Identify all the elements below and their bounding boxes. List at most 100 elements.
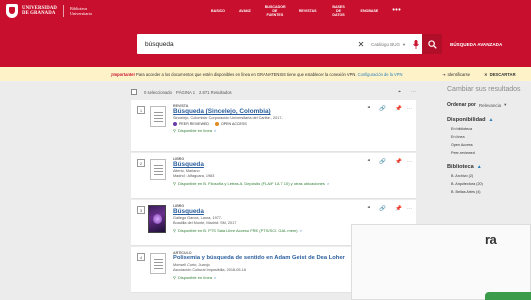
nav-item-basico[interactable]: BASICO — [204, 9, 232, 13]
university-logo[interactable]: UNIVERSIDAD DE GRANADA Biblioteca Univer… — [0, 4, 110, 18]
result-title-link[interactable]: Polisemia y búsqueda de sentido en Adam … — [173, 255, 353, 263]
availability-label: Disponible en línea — [177, 127, 212, 133]
pin-result-icon[interactable]: 📌 — [395, 106, 402, 112]
more-actions-icon[interactable]: ⋯ — [407, 159, 412, 165]
vpn-notice-banner: ¡Importante! Para acceder a los document… — [0, 67, 531, 81]
cite-icon[interactable]: ❝ — [367, 159, 370, 165]
availability-link[interactable]: ⚲ Disponible en B. Filosofía y Letras A.… — [173, 181, 373, 186]
facet-option[interactable]: B. Bellas Artes (4) — [447, 190, 531, 194]
close-icon: ✕ — [484, 71, 488, 77]
chevron-down-icon: ▼ — [402, 41, 406, 47]
logo-lib-line2: Universitaria — [69, 11, 92, 16]
facet-option[interactable]: Peer-reviewed — [447, 151, 531, 155]
facet-title-label: Biblioteca — [447, 164, 474, 170]
facets-heading: Cambiar sus resultados — [447, 86, 521, 93]
top-navbar: UNIVERSIDAD DE GRANADA Biblioteca Univer… — [0, 0, 531, 22]
result-number[interactable]: 1 — [137, 106, 145, 114]
article-thumbnail-icon — [150, 253, 166, 274]
notice-body: Para acceder a los documentos que estén … — [136, 71, 357, 77]
pin-result-icon[interactable]: 📌 — [395, 159, 402, 165]
facet-title[interactable]: Biblioteca ▲ — [447, 164, 531, 170]
pin-icon[interactable]: ⌖ — [398, 89, 401, 95]
search-button[interactable] — [422, 34, 442, 54]
identify-label: Identificarse — [447, 71, 471, 77]
facet-option[interactable]: En línea — [447, 135, 531, 139]
result-publisher: Boadilla del Monte, Madrid: SM, 2017 — [173, 220, 237, 225]
facet-availability: Disponibilidad ▲ En biblioteca En línea … — [447, 117, 531, 155]
journal-thumbnail-icon — [150, 106, 166, 127]
result-item[interactable]: 1 REVISTA Búsqueda (Sincelejo, Colombia)… — [131, 100, 416, 152]
overlay-green-button[interactable] — [485, 292, 531, 300]
advanced-search-link[interactable]: BÚSQUEDA AVANZADA — [450, 42, 502, 47]
result-title-link[interactable]: Búsqueda — [173, 161, 353, 169]
dismiss-button[interactable]: ✕ DESCARTAR — [484, 72, 516, 77]
result-publisher: Madrid : Alfaguara, 1983 — [173, 173, 215, 178]
availability-link[interactable]: ⚲ Disponible en línea > — [173, 128, 353, 133]
facet-title-label: Disponibilidad — [447, 117, 486, 123]
availability-label: Disponible en B. Filosofía y Letras A. D… — [177, 180, 325, 186]
vpn-config-link[interactable]: Configuración de la VPN — [358, 72, 403, 77]
result-number[interactable]: 2 — [137, 159, 145, 167]
more-actions-icon[interactable]: ⋯ — [407, 106, 412, 112]
nav-item-revistas[interactable]: REVISTAS — [292, 9, 324, 13]
pin-result-icon[interactable]: 📌 — [395, 206, 402, 212]
more-options-icon[interactable]: ⋯ — [411, 89, 416, 95]
cite-icon[interactable]: ❝ — [367, 106, 370, 112]
more-menu-icon[interactable]: ••• — [385, 7, 408, 14]
results-count: 2.871 Resultados — [199, 89, 232, 95]
microphone-icon[interactable] — [410, 39, 422, 49]
facets-sidebar: Cambiar sus resultados Ordenar por Relev… — [447, 86, 531, 194]
nav-item-avanzada[interactable]: AVANZ — [232, 9, 258, 13]
page-indicator: PÁGINA 1 — [175, 89, 196, 95]
open-access-icon — [214, 121, 219, 126]
dismiss-label: DESCARTAR — [489, 71, 516, 77]
search-scope-label: Catálogo BUG — [371, 41, 401, 47]
search-icon — [427, 39, 437, 49]
chevron-down-icon: ▾ — [504, 102, 507, 107]
permalink-icon[interactable]: 🔗 — [379, 159, 386, 165]
result-title-link[interactable]: Búsqueda (Sincelejo, Colombia) — [173, 108, 353, 116]
result-number[interactable]: 4 — [137, 253, 145, 261]
sort-value: Relevancia — [478, 102, 502, 108]
permalink-icon[interactable]: 🔗 — [379, 106, 386, 112]
cite-icon[interactable]: ❝ — [367, 206, 370, 212]
clear-search-icon[interactable]: ✕ — [355, 40, 367, 49]
peer-reviewed-icon — [173, 121, 177, 126]
main-nav: BASICO AVANZ BUSCADOR DE FUENTES REVISTA… — [204, 5, 408, 17]
select-all-checkbox[interactable] — [131, 89, 137, 95]
availability-link[interactable]: ⚲ Disponible en B. PTS Sala Libre Acceso… — [173, 228, 353, 233]
sort-label: Ordenar por — [447, 102, 476, 108]
open-access-label: OPEN ACCESS — [220, 121, 247, 126]
nav-item-enobase[interactable]: ENOBASE — [354, 9, 386, 13]
facet-option[interactable]: B. Arquitectura (20) — [447, 182, 531, 186]
book-thumbnail-icon — [150, 159, 166, 180]
peer-reviewed-badge: PEER REVIEWED — [173, 122, 209, 126]
nav-item-bases-datos[interactable]: BASES DE DATOS — [324, 5, 354, 17]
notice-text: ¡Importante! Para acceder a los document… — [111, 72, 436, 77]
result-publisher: Asociación Cultural Imposibilia, 2018-05… — [173, 267, 247, 272]
facet-title[interactable]: Disponibilidad ▲ — [447, 117, 531, 123]
result-item[interactable]: 2 LIBRO Búsqueda Alterio, Mariano Madrid… — [131, 153, 416, 199]
peer-reviewed-label: PEER REVIEWED — [179, 121, 209, 126]
location-icon: ⚲ — [173, 227, 176, 233]
notice-important-label: ¡Importante! — [111, 71, 135, 77]
result-number[interactable]: 3 — [137, 206, 145, 214]
facet-option[interactable]: Open Access — [447, 143, 531, 147]
link-icon: ⚲ — [173, 127, 176, 133]
identify-button[interactable]: ⇥ Identificarse — [442, 72, 470, 77]
availability-label: Disponible en B. PTS Sala Libre Acceso F… — [177, 227, 298, 233]
sign-in-icon: ⇥ — [442, 71, 446, 77]
search-scope-select[interactable]: Catálogo BUG ▼ — [367, 42, 410, 47]
permalink-icon[interactable]: 🔗 — [379, 206, 386, 212]
overlapping-window: ra — [351, 224, 531, 300]
availability-link[interactable]: ⚲ Disponible en línea > — [173, 275, 353, 280]
facet-library: Biblioteca ▲ B. Archivo (2) B. Arquitect… — [447, 164, 531, 194]
result-title-link[interactable]: Búsqueda — [173, 208, 353, 216]
nav-item-buscador-fuentes[interactable]: BUSCADOR DE FUENTES — [258, 5, 292, 17]
more-actions-icon[interactable]: ⋯ — [407, 206, 412, 212]
sort-control[interactable]: Ordenar por Relevancia ▾ — [447, 102, 531, 108]
facet-option[interactable]: B. Archivo (2) — [447, 174, 531, 178]
book-cover-image[interactable] — [148, 205, 166, 233]
search-input[interactable] — [137, 40, 356, 48]
facet-option[interactable]: En biblioteca — [447, 127, 531, 131]
